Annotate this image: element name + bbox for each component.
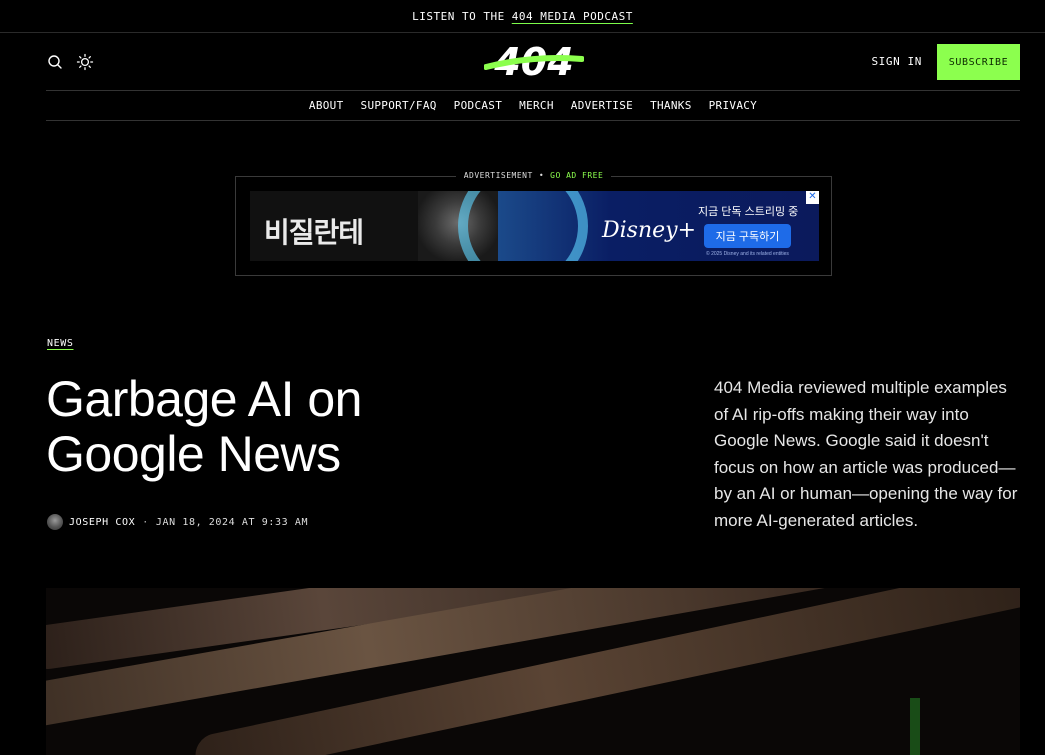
avatar[interactable] bbox=[47, 514, 63, 530]
publish-date: JAN 18, 2024 AT 9:33 AM bbox=[155, 516, 309, 528]
sign-in-link[interactable]: SIGN IN bbox=[871, 55, 922, 68]
ad-cta-button[interactable]: 지금 구독하기 bbox=[704, 224, 791, 248]
search-icon[interactable] bbox=[46, 53, 64, 71]
nav-podcast[interactable]: PODCAST bbox=[454, 99, 502, 112]
ad-headline: 지금 단독 스트리밍 중 bbox=[698, 206, 799, 218]
sun-icon[interactable] bbox=[76, 53, 94, 71]
nav-thanks[interactable]: THANKS bbox=[650, 99, 692, 112]
ad-label: ADVERTISEMENT • GO AD FREE bbox=[236, 171, 831, 180]
author-name[interactable]: JOSEPH COX bbox=[69, 517, 135, 528]
subscribe-button[interactable]: SUBSCRIBE bbox=[937, 44, 1020, 80]
ad-banner[interactable]: 비질란테 Disney+ 지금 단독 스트리밍 중 지금 구독하기 © 2025… bbox=[250, 191, 819, 261]
byline: JOSEPH COX · JAN 18, 2024 AT 9:33 AM bbox=[47, 514, 308, 530]
title-line-1: Garbage AI on bbox=[46, 371, 362, 427]
ad-brand-logo: Disney+ bbox=[602, 218, 697, 243]
go-ad-free-link[interactable]: GO AD FREE bbox=[550, 171, 603, 180]
nav-support-faq[interactable]: SUPPORT/FAQ bbox=[361, 99, 437, 112]
main-nav: ABOUT SUPPORT/FAQ PODCAST MERCH ADVERTIS… bbox=[46, 91, 1020, 121]
ad-container: ADVERTISEMENT • GO AD FREE 비질란테 Disney+ 지금… bbox=[235, 171, 832, 276]
nav-advertise[interactable]: ADVERTISE bbox=[571, 99, 633, 112]
site-header: 404 SIGN IN SUBSCRIBE bbox=[46, 33, 1020, 91]
article-title: Garbage AI on Google News bbox=[46, 372, 486, 482]
hero-accent bbox=[910, 698, 920, 755]
ad-show-title: 비질란테 bbox=[264, 216, 364, 249]
podcast-link[interactable]: 404 MEDIA PODCAST bbox=[512, 10, 633, 23]
banner-prefix: LISTEN TO THE bbox=[412, 9, 505, 23]
close-icon[interactable]: ✕ bbox=[806, 191, 819, 204]
nav-merch[interactable]: MERCH bbox=[519, 99, 554, 112]
article-category[interactable]: NEWS bbox=[47, 338, 73, 349]
nav-about[interactable]: ABOUT bbox=[309, 99, 344, 112]
title-line-2: Google News bbox=[46, 426, 341, 482]
site-logo[interactable]: 404 bbox=[483, 40, 585, 84]
ad-copyright: © 2025 Disney and its related entities bbox=[706, 251, 789, 257]
ad-brand-panel: Disney+ 지금 단독 스트리밍 중 지금 구독하기 © 2025 Disn… bbox=[458, 191, 819, 261]
nav-privacy[interactable]: PRIVACY bbox=[709, 99, 757, 112]
podcast-banner: LISTEN TO THE 404 MEDIA PODCAST bbox=[0, 0, 1045, 33]
ad-label-text: ADVERTISEMENT bbox=[463, 171, 533, 180]
hero-image bbox=[46, 588, 1020, 755]
article-summary: 404 Media reviewed multiple examples of … bbox=[714, 378, 1018, 530]
ad-arc-graphic bbox=[458, 191, 588, 261]
